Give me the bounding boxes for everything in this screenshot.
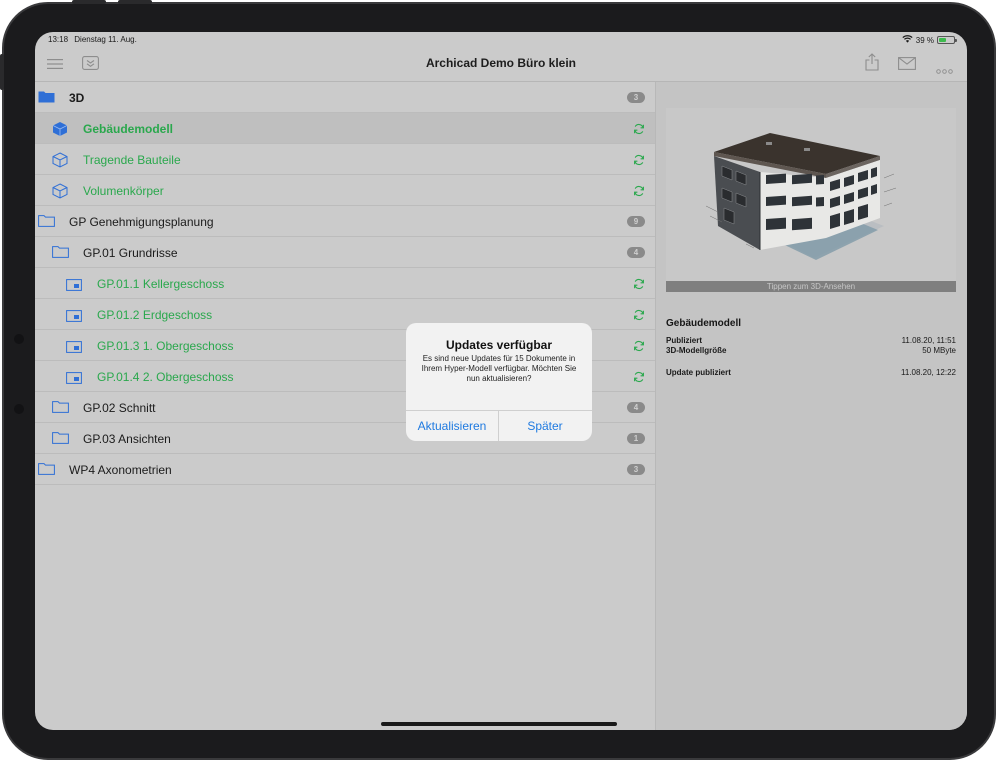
- more-icon[interactable]: [936, 61, 953, 79]
- published-value: 11.08.20, 11:51: [901, 336, 956, 345]
- navigation-bar: Archicad Demo Büro klein: [35, 46, 967, 82]
- folder-outline-icon: [38, 214, 55, 232]
- floor-plan-icon: [66, 278, 82, 296]
- floor-plan-icon: [66, 371, 82, 389]
- count-badge: 4: [627, 247, 645, 258]
- list-item-3d[interactable]: 3D 3: [35, 82, 655, 113]
- status-date: Dienstag 11. Aug.: [74, 35, 137, 44]
- preview-caption[interactable]: Tippen zum 3D-Ansehen: [666, 281, 956, 292]
- published-label: Publiziert: [666, 336, 703, 345]
- list-item-label: GP.01.3 1. Obergeschoss: [97, 339, 234, 353]
- count-badge: 9: [627, 216, 645, 227]
- model-size-value: 50 MByte: [922, 346, 956, 355]
- floor-plan-icon: [66, 340, 82, 358]
- volume-up-button: [72, 0, 106, 4]
- battery-percent: 39 %: [915, 35, 934, 45]
- list-item-label: GP.01.4 2. Obergeschoss: [97, 370, 234, 384]
- list-item-label: Tragende Bauteile: [83, 153, 181, 167]
- list-item-label: WP4 Axonometrien: [69, 463, 172, 477]
- list-item-volumenkoerper[interactable]: Volumenkörper: [35, 175, 655, 206]
- alert-title: Updates verfügbar: [445, 338, 553, 352]
- list-item-label: Volumenkörper: [83, 184, 164, 198]
- folder-outline-icon: [52, 431, 69, 449]
- cube-filled-icon: [52, 121, 68, 142]
- updates-alert-dialog: Updates verfügbar Es sind neue Updates f…: [406, 323, 592, 441]
- sync-icon: [633, 277, 645, 295]
- list-item-wp4-axonometrien[interactable]: WP4 Axonometrien 3: [35, 454, 655, 485]
- status-left: 13:18 Dienstag 11. Aug.: [48, 35, 141, 44]
- floor-plan-icon: [66, 309, 82, 327]
- volume-down-button: [118, 0, 152, 4]
- sync-icon: [633, 308, 645, 326]
- folder-filled-icon: [38, 90, 55, 108]
- update-published-value: 11.08.20, 12:22: [900, 368, 956, 377]
- sync-icon: [633, 339, 645, 357]
- folder-outline-icon: [38, 462, 55, 480]
- list-item-gp-genehmigungsplanung[interactable]: GP Genehmigungsplanung 9: [35, 206, 655, 237]
- sync-icon: [633, 153, 645, 171]
- building-model-image: [705, 133, 897, 260]
- list-item-label: GP.02 Schnitt: [83, 401, 156, 415]
- power-button: [0, 54, 4, 90]
- app-screen: 13:18 Dienstag 11. Aug. 39 % Archicad De…: [35, 32, 967, 730]
- folder-outline-icon: [52, 400, 69, 418]
- cube-outline-icon: [52, 152, 68, 173]
- model-3d-preview[interactable]: [666, 108, 956, 292]
- detail-pane: Tippen zum 3D-Ansehen Gebäudemodell Publ…: [655, 82, 967, 730]
- camera-icon: [14, 334, 24, 344]
- cube-outline-icon: [52, 183, 68, 204]
- count-badge: 4: [627, 402, 645, 413]
- sync-icon: [633, 184, 645, 202]
- model-size-row: 3D-Modellgröße 50 MByte: [666, 346, 956, 355]
- sync-icon: [633, 122, 645, 140]
- list-item-gp01-grundrisse[interactable]: GP.01 Grundrisse 4: [35, 237, 655, 268]
- count-badge: 1: [627, 433, 645, 444]
- mail-icon[interactable]: [898, 57, 916, 75]
- published-row: Publiziert 11.08.20, 11:51: [666, 336, 956, 345]
- list-item-label: GP.03 Ansichten: [83, 432, 171, 446]
- list-item-gp011-kellergeschoss[interactable]: GP.01.1 Kellergeschoss: [35, 268, 655, 299]
- list-item-label: 3D: [69, 91, 85, 105]
- list-item-label: GP.01.1 Kellergeschoss: [97, 277, 225, 291]
- update-now-button[interactable]: Aktualisieren: [406, 411, 498, 441]
- list-item-tragende-bauteile[interactable]: Tragende Bauteile: [35, 144, 655, 175]
- sync-icon: [633, 370, 645, 388]
- update-published-label: Update publiziert: [666, 368, 731, 377]
- battery-icon: [937, 36, 957, 44]
- folder-outline-icon: [52, 245, 69, 263]
- status-time: 13:18: [48, 35, 69, 44]
- sensor-icon: [14, 404, 24, 414]
- status-right: 39 %: [902, 35, 957, 45]
- share-icon[interactable]: [865, 53, 879, 76]
- list-item-gebaeudemodell[interactable]: Gebäudemodell: [35, 113, 655, 144]
- model-size-label: 3D-Modellgröße: [666, 346, 727, 355]
- status-bar: 13:18 Dienstag 11. Aug. 39 %: [35, 32, 967, 46]
- count-badge: 3: [627, 464, 645, 475]
- wifi-icon: [902, 35, 913, 45]
- update-published-row: Update publiziert 11.08.20, 12:22: [666, 368, 956, 377]
- count-badge: 3: [627, 92, 645, 103]
- list-item-label: Gebäudemodell: [83, 122, 174, 136]
- page-title: Archicad Demo Büro klein: [425, 56, 577, 70]
- later-button[interactable]: Später: [499, 411, 591, 441]
- list-item-label: GP Genehmigungsplanung: [69, 215, 214, 229]
- home-indicator[interactable]: [381, 722, 617, 726]
- list-item-label: GP.01.2 Erdgeschoss: [97, 308, 213, 322]
- alert-message: Es sind neue Updates für 15 Dokumente in…: [421, 354, 577, 383]
- detail-title: Gebäudemodell: [666, 318, 742, 329]
- list-item-label: GP.01 Grundrisse: [83, 246, 178, 260]
